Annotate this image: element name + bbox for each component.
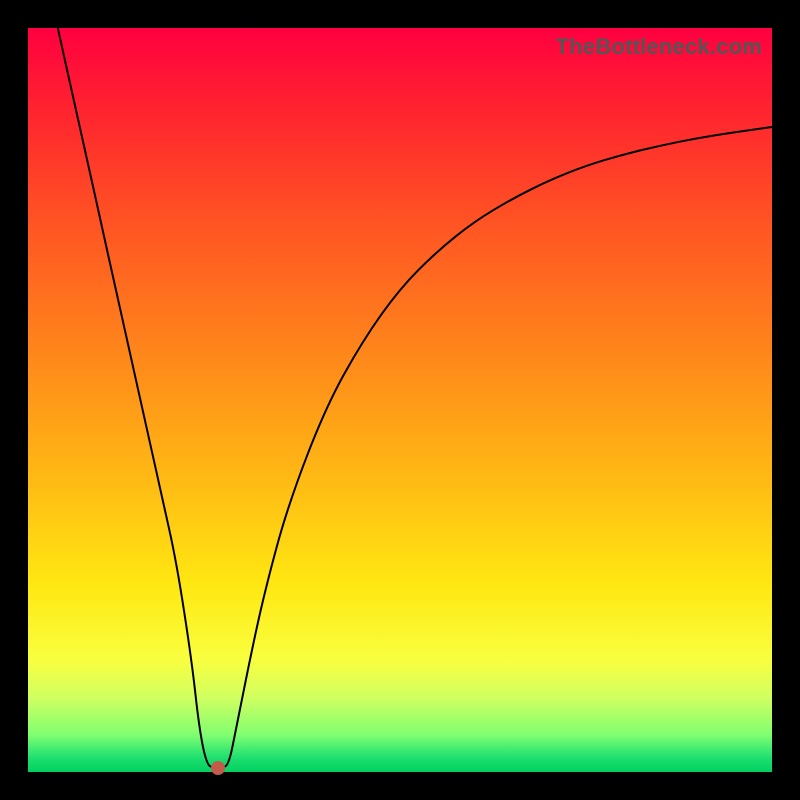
curve-path	[58, 28, 772, 768]
plot-area: TheBottleneck.com	[28, 28, 772, 772]
optimum-marker	[211, 761, 225, 775]
chart-frame: TheBottleneck.com	[0, 0, 800, 800]
bottleneck-curve	[28, 28, 772, 772]
